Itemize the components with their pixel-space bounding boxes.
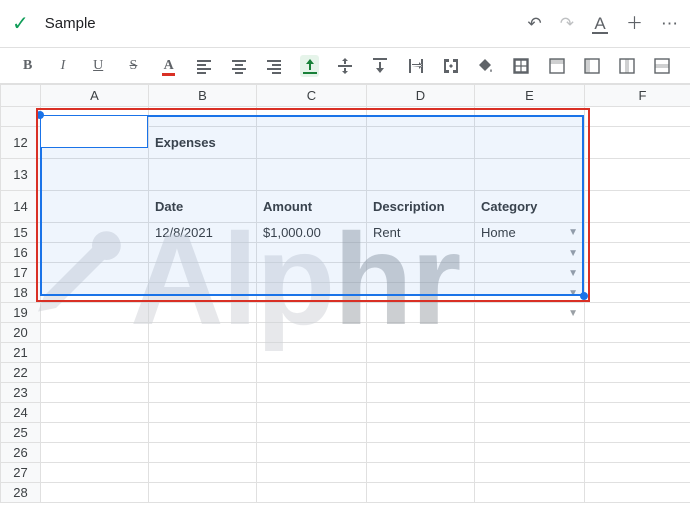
cell-header-date[interactable]: Date [149, 191, 257, 223]
cell-header-desc[interactable]: Description [367, 191, 475, 223]
merge-cells-button[interactable] [441, 55, 460, 77]
dropdown-icon[interactable]: ▼ [568, 308, 578, 319]
wrap-overflow-button[interactable] [406, 55, 425, 77]
cell[interactable] [585, 223, 690, 243]
align-right-button[interactable] [265, 55, 284, 77]
insert-col-button[interactable] [618, 55, 637, 77]
row-header[interactable]: 21 [1, 343, 41, 363]
borders-button[interactable] [512, 55, 531, 77]
select-all-corner[interactable] [1, 85, 41, 107]
topbar-actions: ↶ ↷ A ＋ ⋯ [528, 15, 679, 32]
row-header[interactable]: 15 [1, 223, 41, 243]
dropdown-icon[interactable]: ▼ [568, 227, 578, 238]
cell[interactable] [367, 127, 475, 159]
add-icon[interactable]: ＋ [626, 15, 643, 32]
cell[interactable] [41, 127, 149, 159]
row-header[interactable]: 26 [1, 443, 41, 463]
align-center-button[interactable] [230, 55, 249, 77]
row-header[interactable]: 14 [1, 191, 41, 223]
row-header[interactable]: 28 [1, 483, 41, 503]
valign-middle-button[interactable] [335, 55, 354, 77]
insert-row-button[interactable] [653, 55, 672, 77]
cell[interactable] [585, 127, 690, 159]
cell[interactable] [257, 127, 367, 159]
cell-header-cat[interactable]: Category [475, 191, 585, 223]
redo-icon[interactable]: ↷ [560, 15, 574, 32]
cell[interactable]: ▼ [475, 283, 585, 303]
col-header-c[interactable]: C [257, 85, 367, 107]
col-header-b[interactable]: B [149, 85, 257, 107]
cell-cat-value: Home [481, 225, 516, 240]
valign-bottom-button[interactable] [300, 55, 319, 77]
col-header-a[interactable]: A [41, 85, 149, 107]
row-header[interactable]: 25 [1, 423, 41, 443]
freeze-row-button[interactable] [547, 55, 566, 77]
cell-amount[interactable]: $1,000.00 [257, 223, 367, 243]
cell-header-amount[interactable]: Amount [257, 191, 367, 223]
align-left-button[interactable] [194, 55, 213, 77]
cell[interactable] [475, 127, 585, 159]
row-header[interactable]: 20 [1, 323, 41, 343]
row-header[interactable]: 16 [1, 243, 41, 263]
col-header-f[interactable]: F [585, 85, 690, 107]
row-header[interactable]: 19 [1, 303, 41, 323]
row-header[interactable] [1, 107, 41, 127]
spreadsheet[interactable]: Alphr A B C D E F 12 Expenses 13 14 [0, 84, 690, 518]
valign-top-button[interactable] [371, 55, 390, 77]
text-format-icon[interactable]: A [592, 15, 608, 32]
cell-cat[interactable]: Home ▼ [475, 223, 585, 243]
row-header[interactable]: 12 [1, 127, 41, 159]
document-title[interactable]: Sample [45, 15, 528, 32]
cell-expenses-title[interactable]: Expenses [149, 127, 257, 159]
col-header-e[interactable]: E [475, 85, 585, 107]
row-header[interactable]: 27 [1, 463, 41, 483]
strikethrough-button[interactable]: S [124, 55, 143, 77]
format-toolbar: B I U S A [0, 48, 690, 84]
row-header[interactable]: 23 [1, 383, 41, 403]
dropdown-icon[interactable]: ▼ [568, 248, 578, 259]
row-header[interactable]: 18 [1, 283, 41, 303]
col-header-d[interactable]: D [367, 85, 475, 107]
selection-handle[interactable] [36, 111, 44, 119]
row-header[interactable]: 17 [1, 263, 41, 283]
row-header[interactable]: 13 [1, 159, 41, 191]
cell[interactable] [41, 223, 149, 243]
cell-date[interactable]: 12/8/2021 [149, 223, 257, 243]
bold-button[interactable]: B [18, 55, 37, 77]
freeze-col-button[interactable] [582, 55, 601, 77]
text-color-button[interactable]: A [159, 55, 178, 77]
cell[interactable] [585, 191, 690, 223]
underline-button[interactable]: U [89, 55, 108, 77]
confirm-icon[interactable]: ✓ [12, 14, 29, 34]
selection-handle[interactable] [580, 292, 588, 300]
cell-desc[interactable]: Rent [367, 223, 475, 243]
cell[interactable] [41, 191, 149, 223]
row-header[interactable]: 24 [1, 403, 41, 423]
undo-icon[interactable]: ↶ [528, 15, 542, 32]
fill-color-button[interactable] [476, 55, 495, 77]
cell[interactable]: ▼ [475, 303, 585, 323]
cell[interactable]: ▼ [475, 263, 585, 283]
dropdown-icon[interactable]: ▼ [568, 288, 578, 299]
title-bar: ✓ Sample ↶ ↷ A ＋ ⋯ [0, 0, 690, 48]
dropdown-icon[interactable]: ▼ [568, 268, 578, 279]
cell[interactable]: ▼ [475, 243, 585, 263]
italic-button[interactable]: I [53, 55, 72, 77]
row-header[interactable]: 22 [1, 363, 41, 383]
more-icon[interactable]: ⋯ [661, 15, 678, 32]
